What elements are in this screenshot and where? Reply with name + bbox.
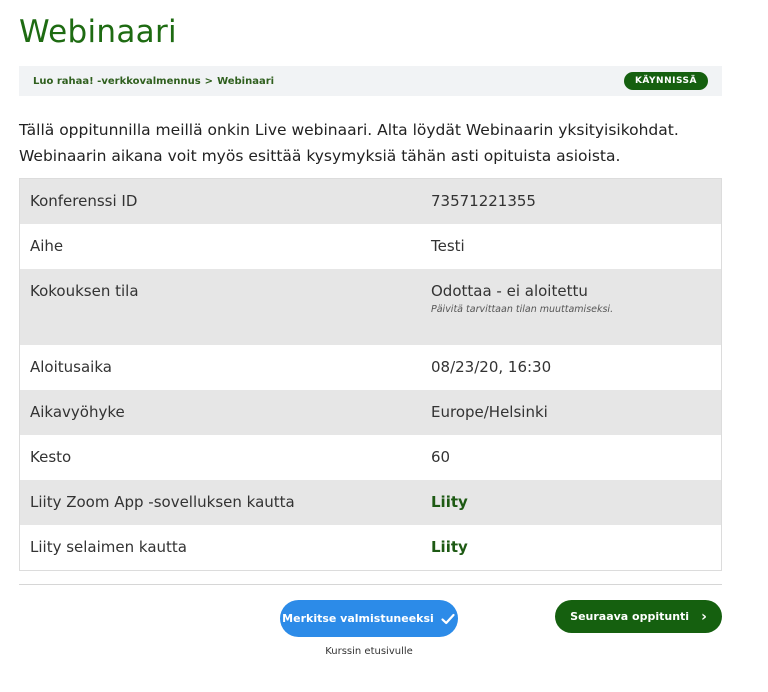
- webinar-details-table: Konferenssi ID 73571221355 Aihe Testi Ko…: [19, 178, 722, 571]
- check-icon: [441, 613, 455, 624]
- row-label: Aikavyöhyke: [30, 403, 125, 421]
- breadcrumb-current: Webinaari: [217, 75, 275, 87]
- row-value: Odottaa - ei aloitettu: [431, 282, 588, 300]
- breadcrumb-trail: Luo rahaa! -verkkovalmennus > Webinaari: [33, 76, 274, 87]
- divider: [19, 584, 722, 585]
- table-row: Liity Zoom App -sovelluksen kautta Liity: [20, 480, 721, 525]
- mark-complete-button[interactable]: Merkitse valmistuneeksi: [280, 600, 458, 637]
- table-row: Kokouksen tila Odottaa - ei aloitettu Pä…: [20, 269, 721, 345]
- table-row: Kesto 60: [20, 435, 721, 480]
- row-value-cell: Liity: [431, 480, 721, 525]
- row-label: Konferenssi ID: [30, 192, 138, 210]
- row-value: 73571221355: [431, 192, 536, 210]
- next-lesson-label: Seuraava oppitunti: [570, 610, 690, 623]
- row-value-cell: Odottaa - ei aloitettu Päivitä tarvittaa…: [431, 269, 721, 345]
- row-label: Aloitusaika: [30, 358, 112, 376]
- next-lesson-button[interactable]: Seuraava oppitunti ›: [555, 600, 722, 633]
- join-zoom-app-link[interactable]: Liity: [431, 493, 468, 511]
- row-value-cell: Liity: [431, 525, 721, 570]
- page-title: Webinaari: [19, 14, 177, 50]
- row-label: Aihe: [30, 237, 64, 255]
- table-row: Aikavyöhyke Europe/Helsinki: [20, 390, 721, 435]
- breadcrumb-course-link[interactable]: Luo rahaa! -verkkovalmennus: [33, 76, 201, 87]
- table-row: Liity selaimen kautta Liity: [20, 525, 721, 570]
- row-value: 60: [431, 448, 451, 466]
- status-badge: KÄYNNISSÄ: [623, 72, 708, 90]
- row-value: Europe/Helsinki: [431, 403, 548, 421]
- chevron-right-icon: ›: [701, 608, 707, 625]
- table-row: Konferenssi ID 73571221355: [20, 179, 721, 224]
- breadcrumb-separator: >: [204, 75, 214, 87]
- course-home-link[interactable]: Kurssin etusivulle: [280, 646, 458, 657]
- intro-text: Tällä oppitunnilla meillä onkin Live web…: [19, 121, 679, 165]
- row-value: 08/23/20, 16:30: [431, 358, 552, 376]
- breadcrumb: Luo rahaa! -verkkovalmennus > Webinaari …: [19, 66, 722, 96]
- status-note: Päivitä tarvittaan tilan muuttamiseksi.: [431, 304, 614, 315]
- mark-complete-label: Merkitse valmistuneeksi: [282, 612, 434, 625]
- join-browser-link[interactable]: Liity: [431, 538, 468, 556]
- row-value: Testi: [431, 237, 465, 255]
- table-row: Aihe Testi: [20, 224, 721, 269]
- row-label: Kokouksen tila: [30, 282, 139, 300]
- row-label: Liity Zoom App -sovelluksen kautta: [30, 493, 295, 511]
- row-label: Liity selaimen kautta: [30, 538, 187, 556]
- row-label: Kesto: [30, 448, 72, 466]
- table-row: Aloitusaika 08/23/20, 16:30: [20, 345, 721, 390]
